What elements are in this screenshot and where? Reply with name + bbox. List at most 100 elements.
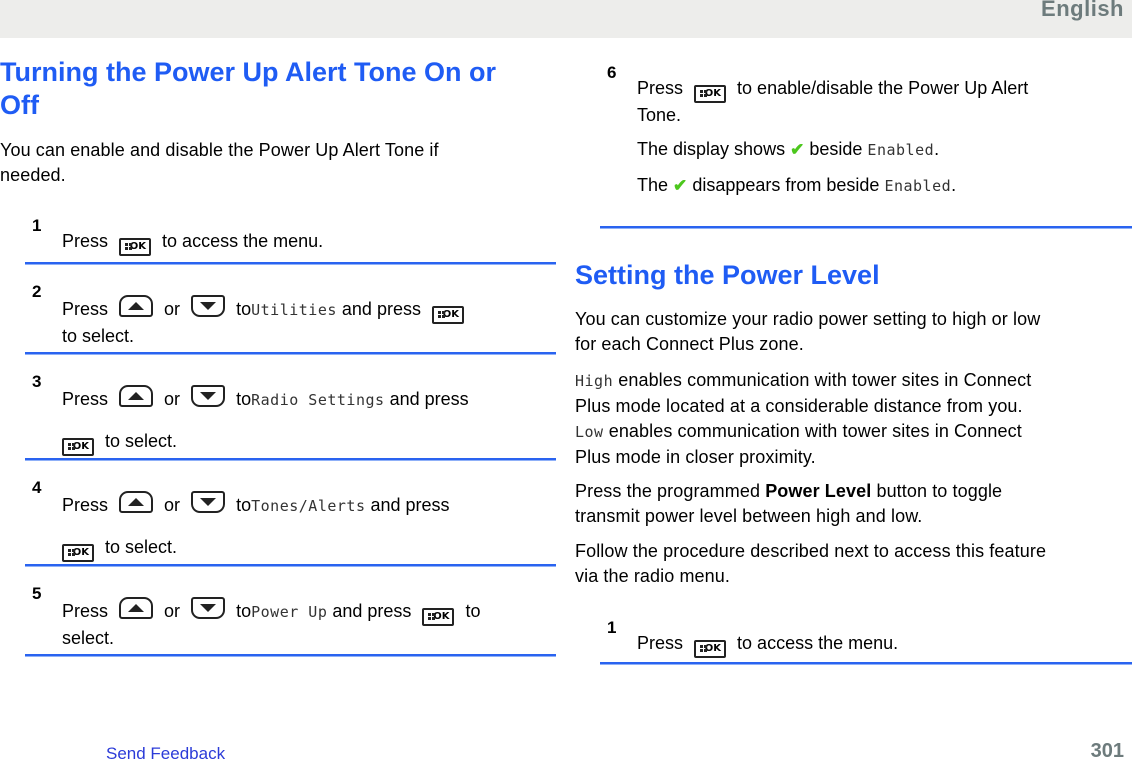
or-word: or	[164, 299, 181, 319]
power-level-options: High enables communication with tower si…	[575, 368, 1031, 470]
period: .	[934, 139, 940, 159]
menu-item-tones-alerts: Tones/Alerts	[251, 497, 366, 515]
title-line-2: Off	[0, 90, 39, 120]
power-level-button-para: Press the programmed Power Level button …	[575, 479, 1002, 529]
result-text: The	[637, 175, 669, 195]
step-number: 5	[32, 584, 42, 603]
down-arrow-button-icon	[191, 597, 226, 619]
step-result-disabled: The ✔ disappears from beside Enabled.	[637, 173, 956, 199]
section-title-power-level: Setting the Power Level	[575, 260, 880, 290]
up-arrow-button-icon	[119, 491, 154, 513]
para-line: transmit power level between high and lo…	[575, 506, 923, 526]
menu-item-power-up: Power Up	[251, 603, 328, 621]
step-text: Press OK to enable/disable the Power Up …	[637, 76, 1028, 128]
para-line: via the radio menu.	[575, 566, 730, 586]
step-instruction: to access the menu.	[162, 231, 324, 251]
step-number: 6	[607, 63, 617, 82]
to-word: to	[236, 495, 252, 515]
step-divider	[25, 352, 556, 354]
down-arrow-button-icon	[191, 385, 226, 407]
enabled-label: Enabled	[867, 141, 935, 159]
menu-ok-button-icon: OK	[119, 238, 152, 256]
to-word: to	[236, 389, 252, 409]
to-word: to	[236, 299, 252, 319]
up-arrow-button-icon	[119, 295, 154, 317]
result-text: disappears from beside	[692, 175, 880, 195]
para-text: Press the programmed	[575, 481, 761, 501]
step-divider	[600, 662, 1132, 664]
press-word: Press	[637, 78, 684, 98]
press-word: Press	[62, 231, 109, 251]
and-press-word: and press	[370, 495, 450, 515]
to-word: to	[236, 601, 252, 621]
step-number: 3	[32, 372, 42, 391]
step-text: Press or toUtilities and press OK to sel…	[62, 295, 470, 349]
procedure-para: Follow the procedure described next to a…	[575, 539, 1046, 589]
language-label: English	[1041, 0, 1124, 21]
step-continuation: to select.	[105, 431, 178, 451]
to-word: to	[465, 601, 481, 621]
up-arrow-button-icon	[119, 597, 154, 619]
up-arrow-button-icon	[119, 385, 154, 407]
step-result-enabled: The display shows ✔ beside Enabled.	[637, 137, 939, 163]
page-number: 301	[1090, 740, 1124, 762]
press-word: Press	[62, 495, 109, 515]
high-label: High	[575, 372, 614, 390]
result-text: beside	[809, 139, 863, 159]
press-word: Press	[62, 299, 109, 319]
menu-ok-button-icon: OK	[694, 85, 727, 103]
menu-item-radio-settings: Radio Settings	[251, 391, 385, 409]
step-text: Press OK to access the menu.	[62, 229, 323, 256]
and-press-word: and press	[389, 389, 469, 409]
period: .	[951, 175, 957, 195]
step-text: Press OK to access the menu.	[637, 631, 898, 658]
para-line: enables communication with tower sites i…	[608, 421, 1022, 441]
step-instruction: to enable/disable the Power Up Alert	[737, 78, 1029, 98]
press-word: Press	[62, 601, 109, 621]
checkmark-icon: ✔	[673, 176, 688, 195]
step-divider	[25, 564, 556, 566]
para-line: Follow the procedure described next to a…	[575, 541, 1047, 561]
and-press-word: and press	[332, 601, 412, 621]
press-word: Press	[637, 633, 684, 653]
low-label: Low	[575, 423, 604, 441]
para-line: Plus mode located at a considerable dist…	[575, 396, 1023, 416]
down-arrow-button-icon	[191, 491, 226, 513]
and-press-word: and press	[341, 299, 421, 319]
send-feedback-link[interactable]: Send Feedback	[106, 744, 225, 764]
step-continuation: select.	[62, 628, 115, 648]
step-number: 1	[607, 618, 617, 637]
para-line: Plus mode in closer proximity.	[575, 447, 816, 467]
para-line: You can customize your radio power setti…	[575, 309, 1041, 329]
section-title-alert-tone: Turning the Power Up Alert Tone On or Of…	[0, 56, 496, 122]
step-number: 1	[32, 216, 42, 235]
para-text: button to toggle	[876, 481, 1003, 501]
step-number: 4	[32, 478, 42, 497]
step-divider	[25, 458, 556, 460]
or-word: or	[164, 495, 181, 515]
para-line: enables communication with tower sites i…	[618, 370, 1032, 390]
step-number: 2	[32, 282, 42, 301]
or-word: or	[164, 601, 181, 621]
step-continuation: to select.	[62, 326, 135, 346]
menu-item-utilities: Utilities	[251, 301, 337, 319]
result-text: The display shows	[637, 139, 786, 159]
checkmark-icon: ✔	[790, 140, 805, 159]
press-word: Press	[62, 389, 109, 409]
step-instruction: to access the menu.	[737, 633, 899, 653]
step-instruction-cont: Tone.	[637, 105, 682, 125]
or-word: or	[164, 389, 181, 409]
menu-ok-button-icon: OK	[62, 438, 94, 456]
intro-line-2: needed.	[0, 165, 66, 185]
menu-ok-button-icon: OK	[422, 608, 455, 626]
down-arrow-button-icon	[191, 295, 226, 317]
step-divider	[25, 654, 556, 656]
page-header-bar: English	[0, 0, 1132, 38]
intro-paragraph: You can enable and disable the Power Up …	[0, 138, 439, 188]
title-line-1: Turning the Power Up Alert Tone On or	[0, 57, 496, 87]
step-text: Press or toTones/Alerts and press OK to …	[62, 491, 450, 562]
power-level-button-name: Power Level	[765, 481, 872, 501]
step-continuation: to select.	[105, 537, 178, 557]
step-divider	[600, 226, 1132, 228]
para-line: for each Connect Plus zone.	[575, 334, 804, 354]
